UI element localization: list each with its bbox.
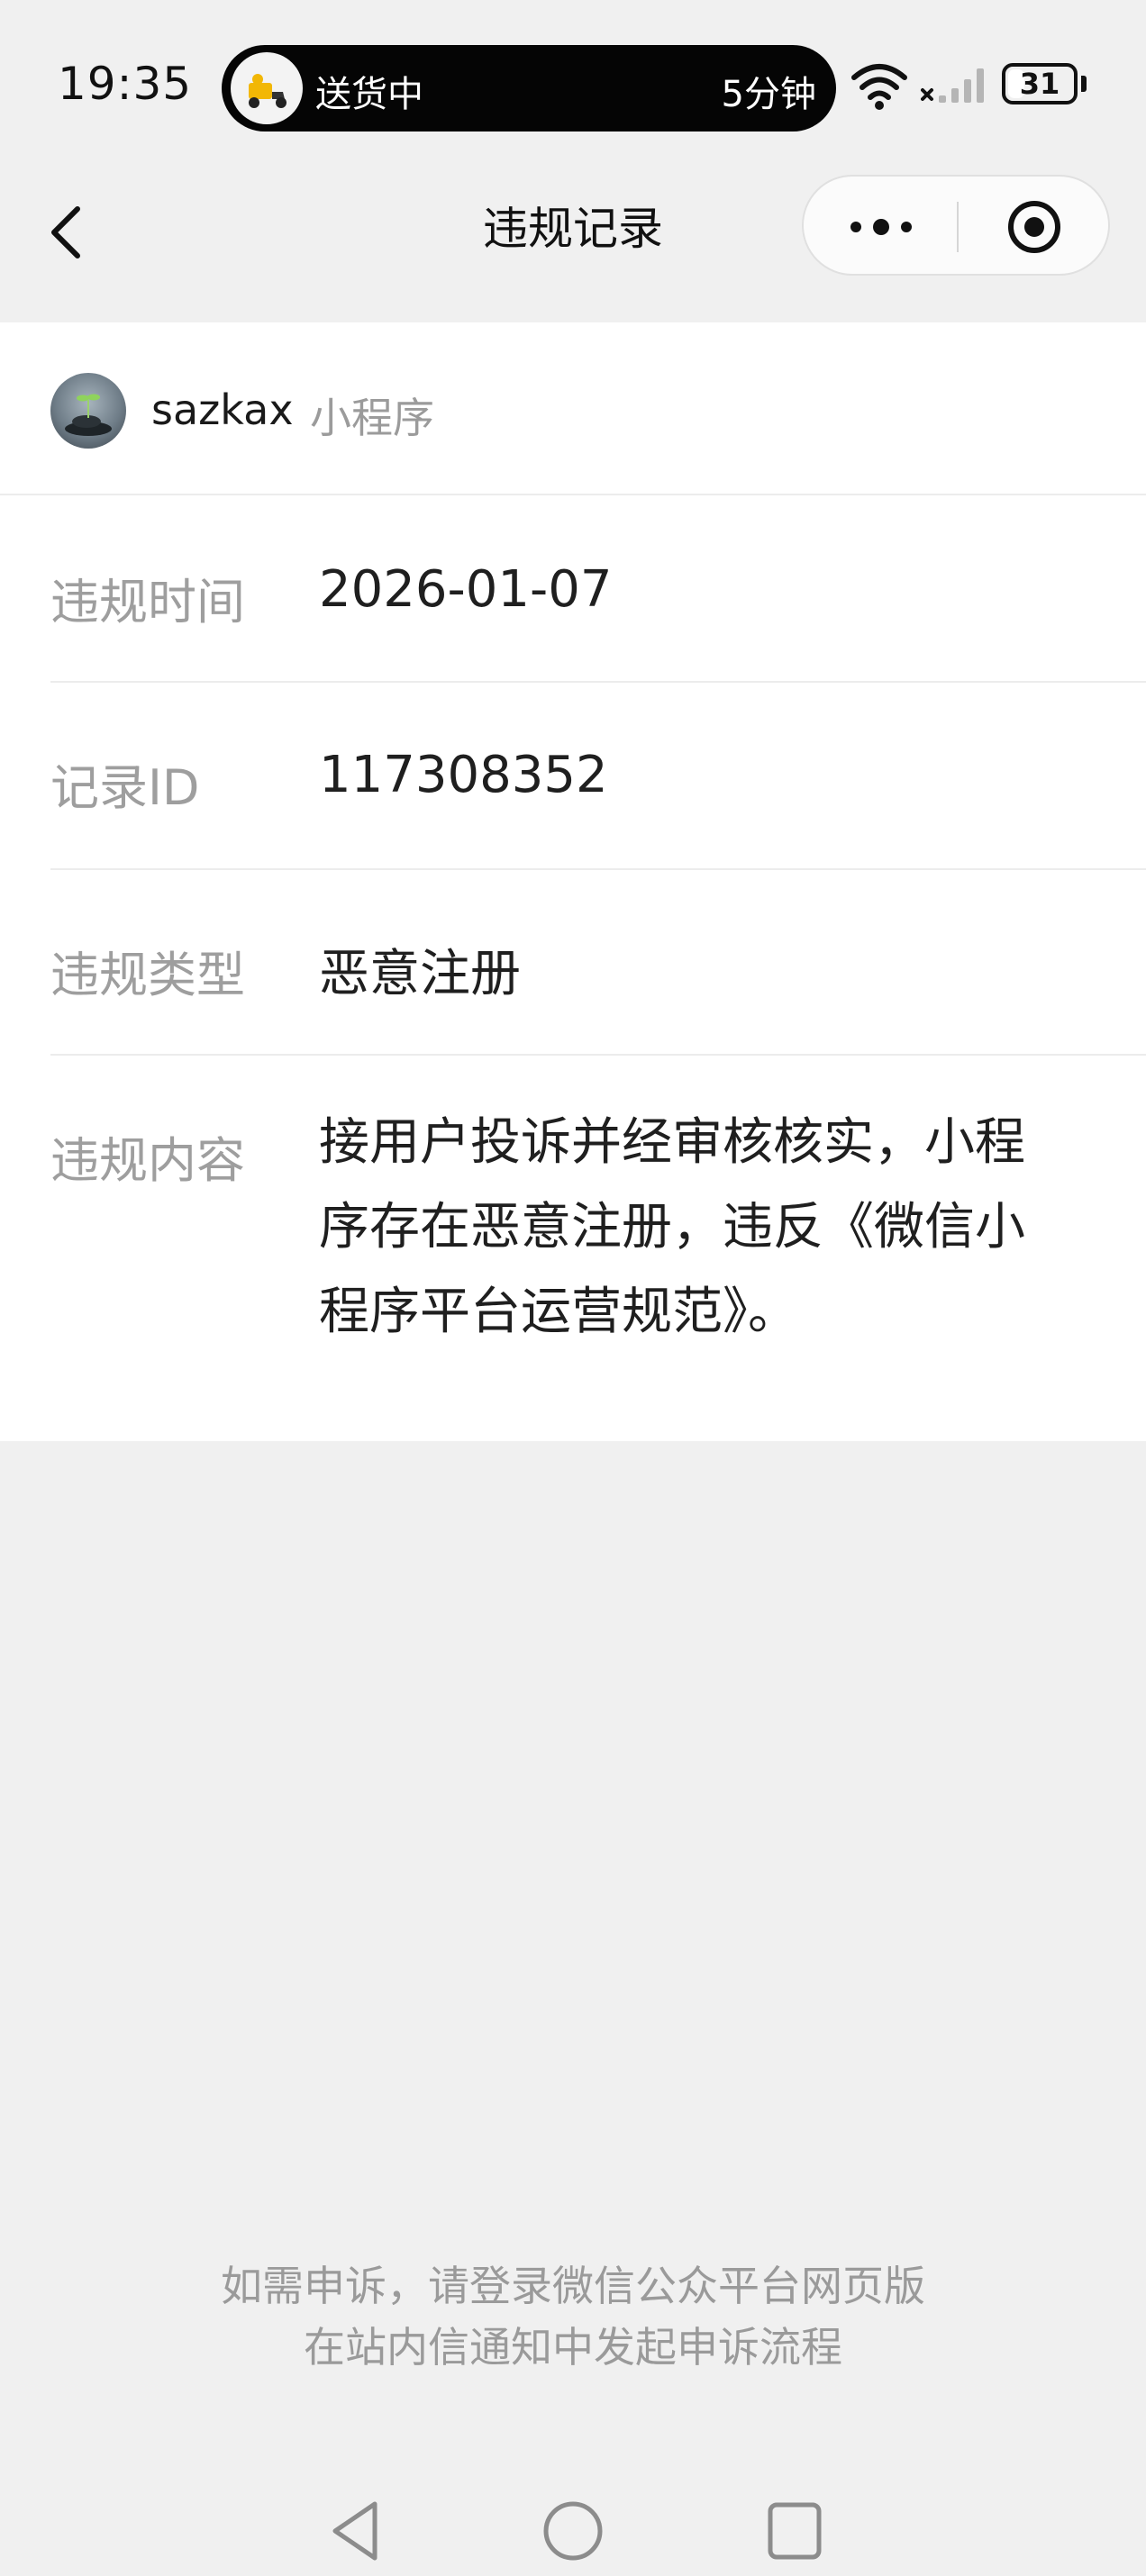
violation-content-line: 接用户投诉并经审核核实，小程 (319, 1113, 1025, 1172)
nav-bar: 违规记录 (0, 162, 1146, 322)
violation-type-label: 违规类型 (50, 947, 245, 1003)
live-activity-pill[interactable]: 送货中 5分钟 (222, 45, 836, 132)
more-icon[interactable] (836, 209, 926, 245)
target-icon[interactable] (1004, 196, 1065, 258)
violation-content-label: 违规内容 (50, 1132, 245, 1189)
violation-content-line: 程序平台运营规范》。 (319, 1283, 798, 1341)
appeal-notice-line-2: 在站内信通知中发起申诉流程 (304, 2323, 842, 2372)
appeal-notice-line-1: 如需申诉，请登录微信公众平台网页版 (221, 2262, 925, 2310)
violation-content-text: 接用户投诉并经审核核实，小程 序存在恶意注册，违反《微信小 程序平台运营规范》。 (319, 1101, 1130, 1355)
live-activity-eta: 5分钟 (721, 74, 816, 115)
mini-program-avatar (50, 373, 126, 449)
status-time: 19:35 (58, 58, 193, 110)
wifi-icon (851, 64, 907, 110)
signal-icon (921, 68, 984, 103)
live-activity-label: 送货中 (315, 74, 423, 115)
screen: 19:35 送货中 5分钟 31 违规记录 sazkax 小程序 违规时间 20… (0, 0, 1146, 2576)
system-status-icons: 31 (850, 56, 1112, 119)
capsule-menu (802, 175, 1110, 276)
row-violation-content: 违规内容 接用户投诉并经审核核实，小程 序存在恶意注册，违反《微信小 程序平台运… (50, 1056, 1146, 1441)
delivery-scooter-icon (231, 52, 303, 124)
record-id-label: 记录ID (50, 759, 200, 816)
battery-tip (1081, 76, 1087, 92)
circle-home-icon[interactable] (541, 2497, 605, 2565)
square-recent-icon[interactable] (766, 2499, 823, 2563)
row-violation-time: 违规时间 2026-01-07 (50, 497, 1146, 683)
status-bar: 19:35 送货中 5分钟 31 (0, 0, 1146, 162)
mini-program-header[interactable]: sazkax 小程序 (0, 322, 1146, 495)
battery-level-text: 31 (1019, 67, 1060, 101)
mini-program-tag: 小程序 (310, 394, 434, 442)
row-record-id: 记录ID 117308352 (50, 683, 1146, 870)
capsule-divider (957, 202, 959, 252)
mini-program-name: sazkax (151, 385, 294, 434)
appeal-notice: 如需申诉，请登录微信公众平台网页版 在站内信通知中发起申诉流程 (0, 2255, 1146, 2378)
violation-record-card: sazkax 小程序 违规时间 2026-01-07 记录ID 11730835… (0, 322, 1146, 1441)
record-id-value: 117308352 (319, 746, 608, 804)
violation-time-label: 违规时间 (50, 574, 245, 630)
system-navigation-bar (0, 2486, 1146, 2576)
violation-content-line: 序存在恶意注册，违反《微信小 (319, 1198, 1025, 1256)
violation-time-value: 2026-01-07 (319, 560, 613, 619)
row-violation-type: 违规类型 恶意注册 (50, 870, 1146, 1056)
violation-type-value: 恶意注册 (319, 945, 521, 1003)
battery-icon: 31 (1002, 63, 1078, 104)
triangle-back-icon[interactable] (324, 2497, 387, 2565)
page-title: 违规记录 (483, 203, 663, 255)
chevron-left-icon[interactable] (41, 189, 96, 270)
